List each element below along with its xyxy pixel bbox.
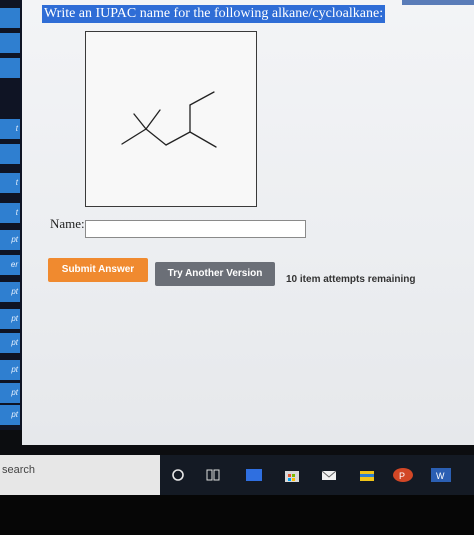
taskbar: search P W [0,455,474,495]
store-icon[interactable] [283,467,301,483]
sidebar-question-item[interactable]: pt [0,360,20,380]
question-panel: Write an IUPAC name for the following al… [22,0,474,445]
sidebar-question-item[interactable]: pt [0,282,20,302]
sidebar-question-item[interactable]: pt [0,230,20,250]
powerpoint-icon[interactable]: P [392,467,414,483]
sidebar-question-item[interactable] [0,33,20,53]
svg-text:P: P [399,471,405,481]
taskbar-search-box[interactable]: search [0,455,160,495]
file-explorer-icon[interactable] [358,467,376,483]
name-answer-input[interactable] [85,220,306,238]
sidebar-question-item[interactable]: pt [0,405,20,425]
mail-icon[interactable] [320,467,338,483]
references-tab[interactable] [402,0,474,5]
sidebar-question-item[interactable]: t [0,173,20,193]
cortana-circle-icon[interactable] [170,467,186,483]
word-icon[interactable]: W [430,467,452,483]
submit-answer-button[interactable]: Submit Answer [48,258,148,282]
app-icon-blue[interactable] [244,467,264,483]
sidebar-question-item[interactable]: t [0,119,20,139]
structure-drawing [85,31,257,207]
try-another-version-button[interactable]: Try Another Version [155,262,275,286]
attempts-remaining-text: 10 item attempts remaining [286,274,416,285]
sidebar-question-item[interactable]: pt [0,333,20,353]
sidebar-question-item[interactable] [0,58,20,78]
sidebar-question-item[interactable] [0,144,20,164]
sidebar-question-item[interactable]: er [0,255,20,275]
question-prompt: Write an IUPAC name for the following al… [42,5,386,23]
sidebar-question-item[interactable] [0,8,20,28]
sidebar-question-item[interactable]: t [0,203,20,223]
sidebar-question-item[interactable]: pt [0,383,20,403]
sidebar-question-item[interactable]: pt [0,309,20,329]
svg-text:W: W [436,471,445,481]
monitor-bezel [0,495,474,535]
skeletal-structure-icon [121,91,217,148]
search-label: search [2,464,36,476]
name-label: Name: [50,216,85,231]
task-view-icon[interactable] [205,467,221,483]
